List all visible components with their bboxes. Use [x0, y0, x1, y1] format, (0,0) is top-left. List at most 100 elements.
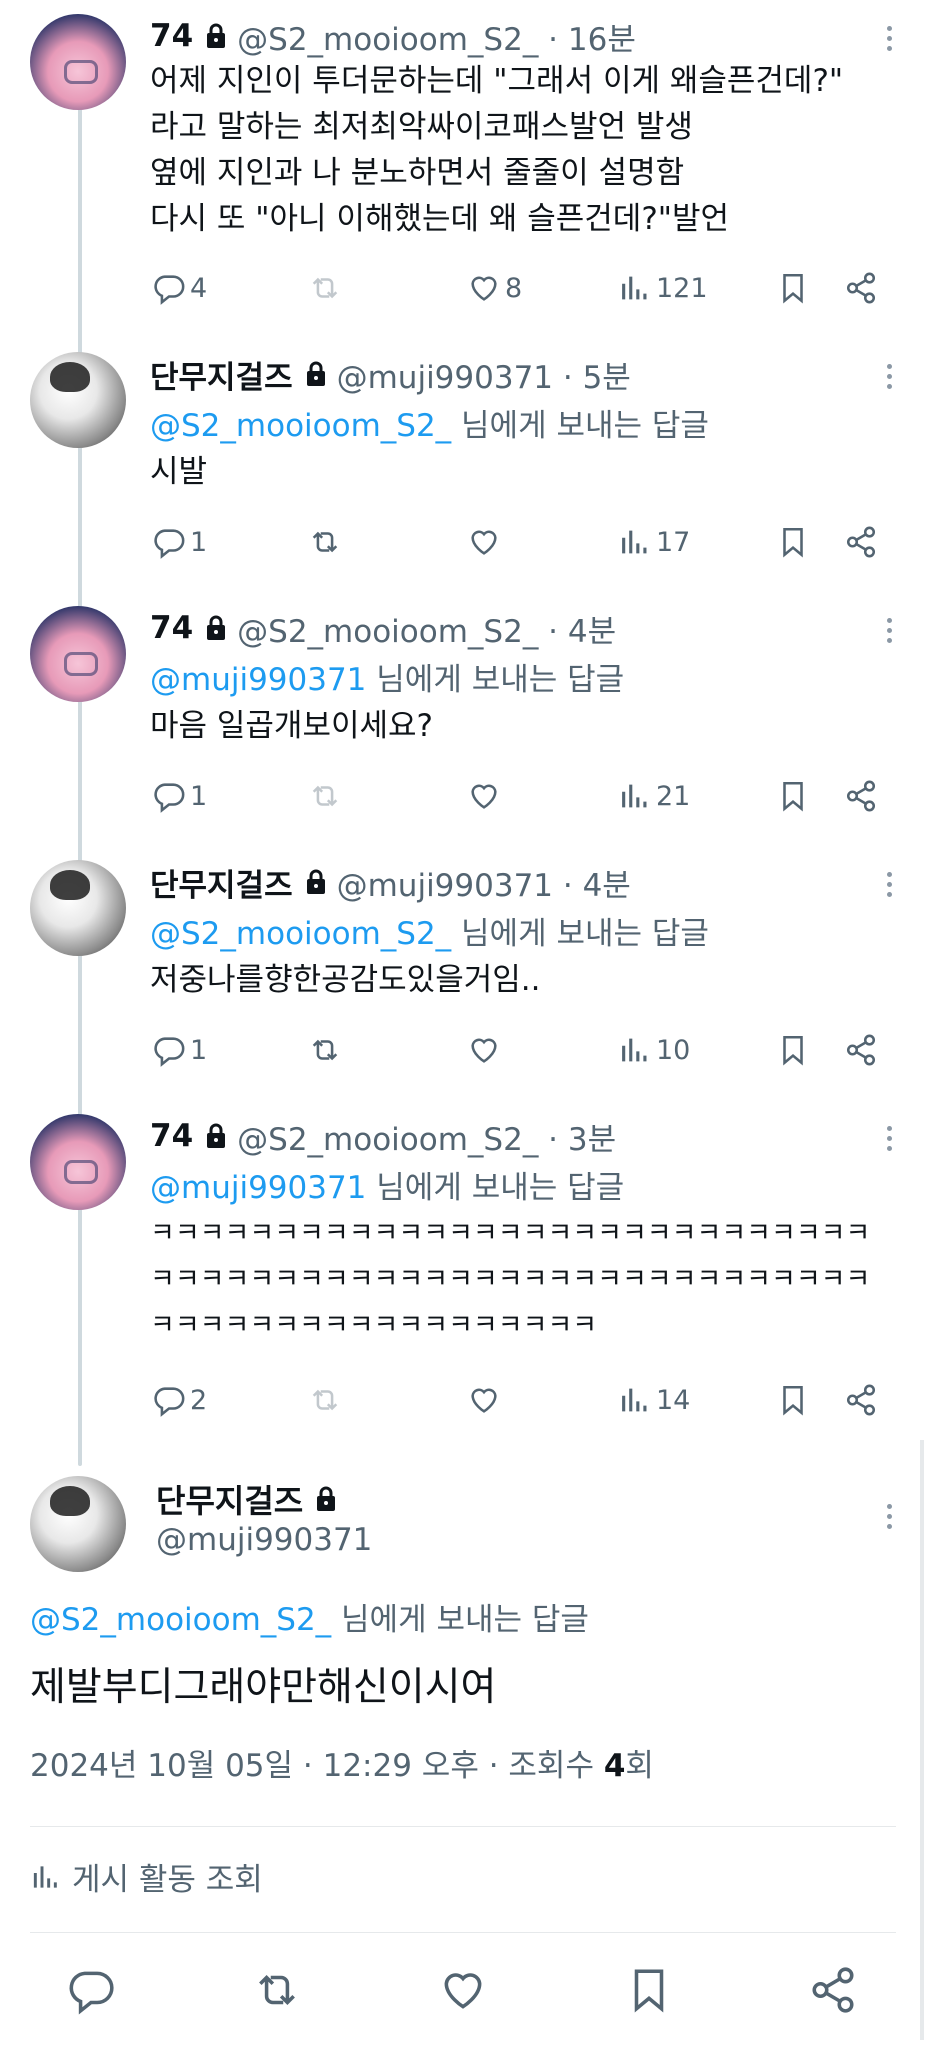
reply-button[interactable]: 4: [152, 271, 207, 305]
lock-icon: [207, 23, 226, 48]
display-name[interactable]: 단무지걸즈: [156, 1476, 303, 1522]
mention-link[interactable]: @muji990371: [150, 1170, 366, 1206]
retweet-button[interactable]: [308, 271, 342, 305]
more-icon[interactable]: [872, 356, 906, 396]
retweet-icon: [259, 1974, 295, 2006]
like-button[interactable]: [467, 779, 501, 813]
mention-link[interactable]: @S2_mooioom_S2_: [30, 1602, 331, 1638]
avatar[interactable]: [30, 1476, 126, 1572]
views-button[interactable]: 10: [618, 1033, 690, 1067]
handle-and-time[interactable]: @S2_mooioom_S2_ · 4분: [237, 606, 616, 651]
handle-and-time[interactable]: @muji990371 · 5분: [337, 352, 631, 397]
avatar[interactable]: [30, 1114, 126, 1210]
reply-button[interactable]: [66, 1965, 116, 2015]
tweet-text: 마음 일곱개보이세요?: [150, 708, 433, 744]
bookmark-icon: [783, 1385, 803, 1416]
like-button[interactable]: [467, 1033, 501, 1067]
timestamp[interactable]: 2024년 10월 05일 · 12:29 오후 · 조회수: [30, 1748, 604, 1784]
reply-count: 1: [190, 780, 208, 812]
share-button[interactable]: [808, 1965, 858, 2015]
avatar[interactable]: [30, 860, 126, 956]
views-icon: [622, 530, 647, 554]
reply-icon: [154, 1037, 185, 1067]
like-button[interactable]: 8: [467, 271, 522, 305]
avatar[interactable]: [30, 606, 126, 702]
replying-to: @muji990371 님에게 보내는 답글: [150, 1162, 906, 1207]
display-name[interactable]: 단무지걸즈: [150, 860, 293, 905]
share-button[interactable]: [844, 1383, 878, 1417]
divider: [30, 1932, 896, 1933]
like-button[interactable]: [467, 1383, 501, 1417]
handle-and-time[interactable]: @S2_mooioom_S2_ · 16분: [237, 14, 636, 59]
views-button[interactable]: 17: [618, 525, 690, 559]
display-name[interactable]: 74: [150, 610, 193, 646]
display-name[interactable]: 74: [150, 1118, 193, 1154]
handle[interactable]: @muji990371: [156, 1522, 372, 1558]
like-button[interactable]: [467, 525, 501, 559]
tweet-header: 74 @S2_mooioom_S2_ · 4분: [150, 606, 906, 650]
avatar[interactable]: [30, 14, 126, 110]
views-button[interactable]: 121: [618, 271, 708, 305]
display-name[interactable]: 74: [150, 18, 193, 54]
share-icon: [812, 1967, 854, 2013]
share-button[interactable]: [844, 779, 878, 813]
post-activity-label: 게시 활동 조회: [72, 1862, 263, 1898]
bookmark-button[interactable]: [776, 271, 810, 305]
reply-count: 1: [190, 1034, 208, 1066]
handle-and-time[interactable]: @S2_mooioom_S2_ · 3분: [237, 1114, 616, 1159]
bookmark-button[interactable]: [776, 525, 810, 559]
retweet-icon: [312, 1039, 338, 1061]
replying-to: @muji990371 님에게 보내는 답글: [150, 654, 906, 699]
reply-count: 1: [190, 526, 208, 558]
post-activity-link[interactable]: 게시 활동 조회: [30, 1854, 263, 1899]
reply-icon: [69, 1971, 114, 2015]
handle-and-time[interactable]: @muji990371 · 4분: [337, 860, 631, 905]
reply-suffix: 님에게 보내는 답글: [366, 662, 625, 698]
display-name[interactable]: 단무지걸즈: [150, 352, 293, 397]
reply-icon: [154, 529, 185, 559]
replying-to: @S2_mooioom_S2_ 님에게 보내는 답글: [150, 908, 906, 953]
bookmark-button[interactable]: [776, 779, 810, 813]
more-icon[interactable]: [872, 864, 906, 904]
more-icon[interactable]: [872, 18, 906, 58]
share-button[interactable]: [844, 525, 878, 559]
bookmark-button[interactable]: [776, 1383, 810, 1417]
tweet-text: 저중나를향한공감도있을거임..: [150, 962, 541, 998]
retweet-button[interactable]: [308, 525, 342, 559]
retweet-button[interactable]: [252, 1965, 302, 2015]
scrollbar[interactable]: [920, 1440, 924, 2040]
retweet-icon: [312, 531, 338, 553]
retweet-icon: [312, 785, 338, 807]
share-button[interactable]: [844, 271, 878, 305]
like-icon: [471, 1388, 497, 1413]
mention-link[interactable]: @S2_mooioom_S2_: [150, 916, 451, 952]
retweet-icon: [312, 1389, 338, 1411]
more-icon[interactable]: [872, 1118, 906, 1158]
retweet-button[interactable]: [308, 1033, 342, 1067]
retweet-button[interactable]: [308, 1383, 342, 1417]
more-icon[interactable]: [872, 610, 906, 650]
mention-link[interactable]: @S2_mooioom_S2_: [150, 408, 451, 444]
like-icon: [471, 530, 497, 555]
bookmark-button[interactable]: [776, 1033, 810, 1067]
reply-count: 4: [190, 272, 208, 304]
share-icon: [846, 780, 876, 812]
views-count: 10: [656, 1034, 691, 1066]
bookmark-button[interactable]: [624, 1965, 674, 2015]
like-button[interactable]: [438, 1965, 488, 2015]
views-count: 121: [656, 272, 708, 304]
share-button[interactable]: [844, 1033, 878, 1067]
views-button[interactable]: 21: [618, 779, 690, 813]
reply-button[interactable]: 1: [152, 779, 207, 813]
avatar[interactable]: [30, 352, 126, 448]
reply-button[interactable]: 1: [152, 1033, 207, 1067]
retweet-button[interactable]: [308, 779, 342, 813]
view-count: 4: [603, 1748, 626, 1784]
tweet-text: 어제 지인이 투더문하는데 "그래서 이게 왜슬픈건데?" 라고 말하는 최저최…: [150, 63, 844, 237]
views-button[interactable]: 14: [618, 1383, 690, 1417]
tweet-text: 제발부디그래야만해신이시여: [30, 1665, 497, 1710]
reply-button[interactable]: 2: [152, 1383, 207, 1417]
reply-button[interactable]: 1: [152, 525, 207, 559]
more-icon[interactable]: [872, 1496, 906, 1536]
mention-link[interactable]: @muji990371: [150, 662, 366, 698]
